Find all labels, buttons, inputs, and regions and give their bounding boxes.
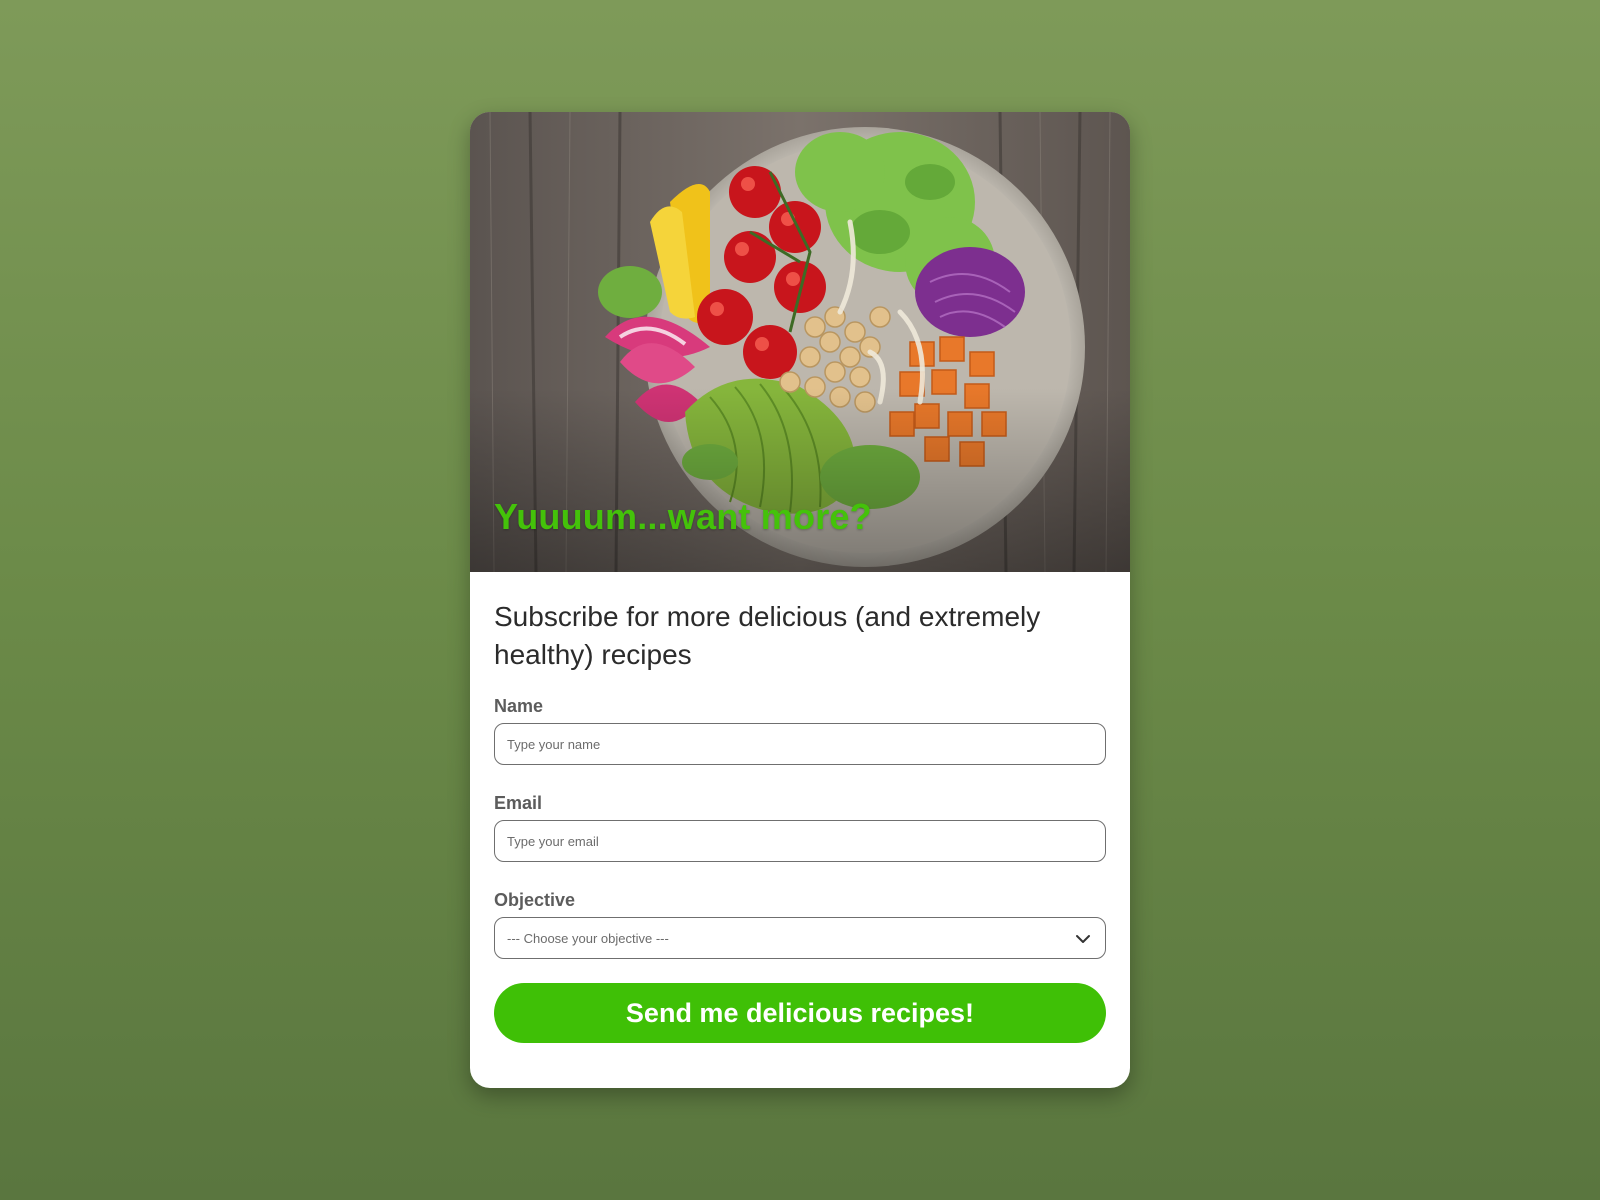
email-field-group: Email (494, 793, 1106, 862)
objective-select[interactable]: --- Choose your objective --- (494, 917, 1106, 959)
submit-button[interactable]: Send me delicious recipes! (494, 983, 1106, 1043)
hero-image: Yuuuum...want more? (470, 112, 1130, 572)
email-label: Email (494, 793, 543, 813)
form-section: Subscribe for more delicious (and extrem… (470, 572, 1130, 1043)
chevron-down-icon (1076, 935, 1090, 943)
objective-label: Objective (494, 890, 576, 910)
objective-selected-value: --- Choose your objective --- (507, 930, 669, 946)
name-field-group: Name (494, 696, 1106, 765)
objective-field-group: Objective --- Choose your objective --- (494, 890, 1106, 959)
name-input[interactable] (494, 723, 1106, 765)
email-input[interactable] (494, 820, 1106, 862)
subscribe-card: Yuuuum...want more? Subscribe for more d… (470, 112, 1130, 1088)
name-label: Name (494, 696, 544, 716)
form-headline: Subscribe for more delicious (and extrem… (494, 601, 1041, 670)
hero-title: Yuuuum...want more? (494, 496, 872, 537)
